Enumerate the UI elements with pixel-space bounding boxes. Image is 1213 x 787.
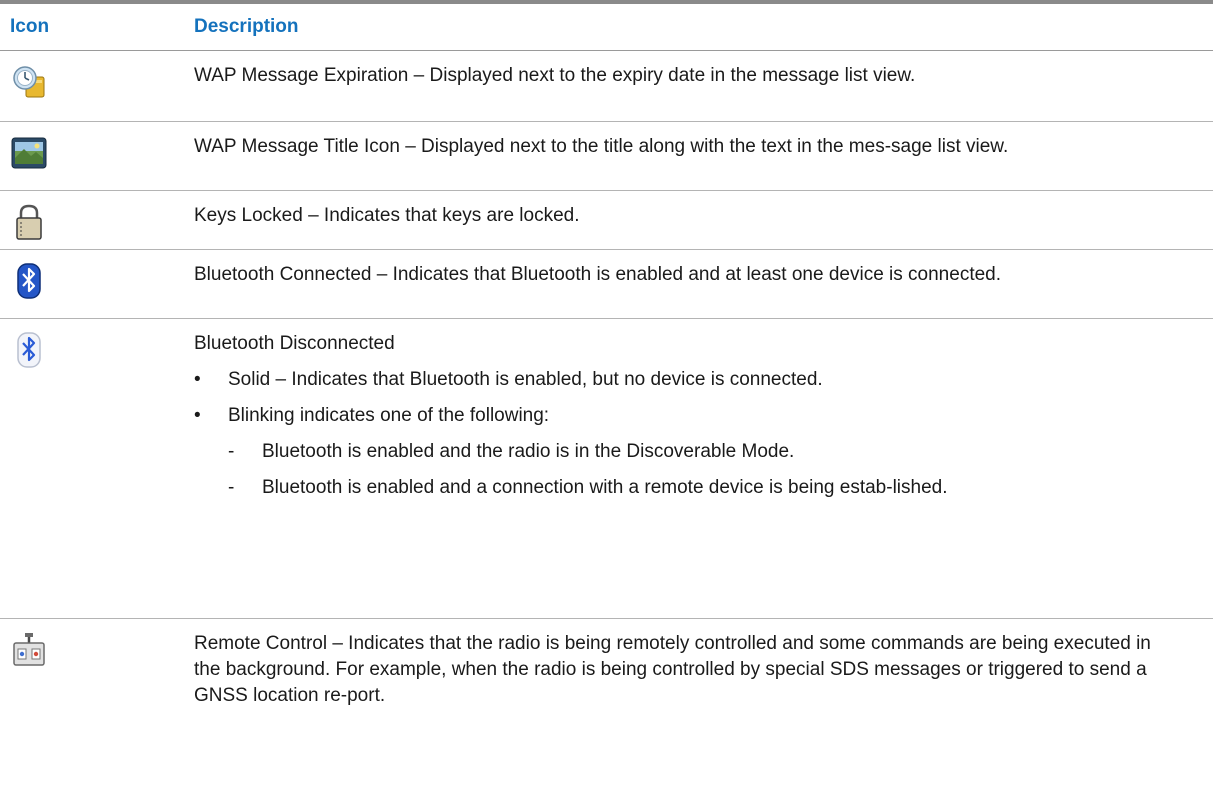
table-row: Bluetooth Disconnected • Solid – Indicat… <box>0 319 1213 619</box>
description-title: Bluetooth Disconnected <box>194 333 395 354</box>
bullet-mark: • <box>194 405 201 426</box>
header-icon: Icon <box>10 16 50 37</box>
remote-control-icon <box>13 633 45 666</box>
dash-list: - Bluetooth is enabled and the radio is … <box>194 439 1173 501</box>
dash-text: Bluetooth is enabled and a connection wi… <box>262 477 948 498</box>
table-row: WAP Message Title Icon – Displayed next … <box>0 122 1213 191</box>
icon-cell <box>0 319 194 618</box>
description-cell: Bluetooth Connected – Indicates that Blu… <box>194 264 1002 285</box>
list-item: • Blinking indicates one of the followin… <box>194 403 1173 429</box>
description-cell: Keys Locked – Indicates that keys are lo… <box>194 205 580 226</box>
table-row: WAP Message Expiration – Displayed next … <box>0 51 1213 122</box>
icon-cell <box>0 51 194 121</box>
description-cell: WAP Message Expiration – Displayed next … <box>194 65 916 86</box>
icon-cell <box>0 250 194 318</box>
table-row: Remote Control – Indicates that the radi… <box>0 619 1213 787</box>
list-item: - Bluetooth is enabled and the radio is … <box>194 439 1173 465</box>
bullet-list: • Solid – Indicates that Bluetooth is en… <box>194 367 1173 429</box>
description-cell: Remote Control – Indicates that the radi… <box>194 633 1151 706</box>
bullet-text: Solid – Indicates that Bluetooth is enab… <box>228 369 823 390</box>
dash-mark: - <box>228 477 235 498</box>
table-header-row: Icon Description <box>0 4 1213 51</box>
dash-mark: - <box>228 441 235 462</box>
table-row: Bluetooth Connected – Indicates that Blu… <box>0 250 1213 319</box>
dash-text: Bluetooth is enabled and the radio is in… <box>262 441 795 462</box>
bluetooth-connected-icon <box>17 263 41 299</box>
table-row: Keys Locked – Indicates that keys are lo… <box>0 191 1213 250</box>
list-item: - Bluetooth is enabled and a connection … <box>194 475 1173 501</box>
description-cell: WAP Message Title Icon – Displayed next … <box>194 136 1009 157</box>
header-description: Description <box>194 16 299 37</box>
wap-message-title-icon <box>11 137 47 169</box>
lock-icon <box>16 204 42 240</box>
icon-cell <box>0 619 194 787</box>
icon-cell <box>0 191 194 249</box>
bullet-mark: • <box>194 369 201 390</box>
wap-message-expiration-icon <box>13 66 45 98</box>
icon-cell <box>0 122 194 190</box>
description-cell: Bluetooth Disconnected • Solid – Indicat… <box>194 319 1213 618</box>
bullet-text: Blinking indicates one of the following: <box>228 405 550 426</box>
icon-description-table: Icon Description WAP Message Expiration … <box>0 0 1213 787</box>
list-item: • Solid – Indicates that Bluetooth is en… <box>194 367 1173 393</box>
bluetooth-disconnected-icon <box>17 332 41 368</box>
